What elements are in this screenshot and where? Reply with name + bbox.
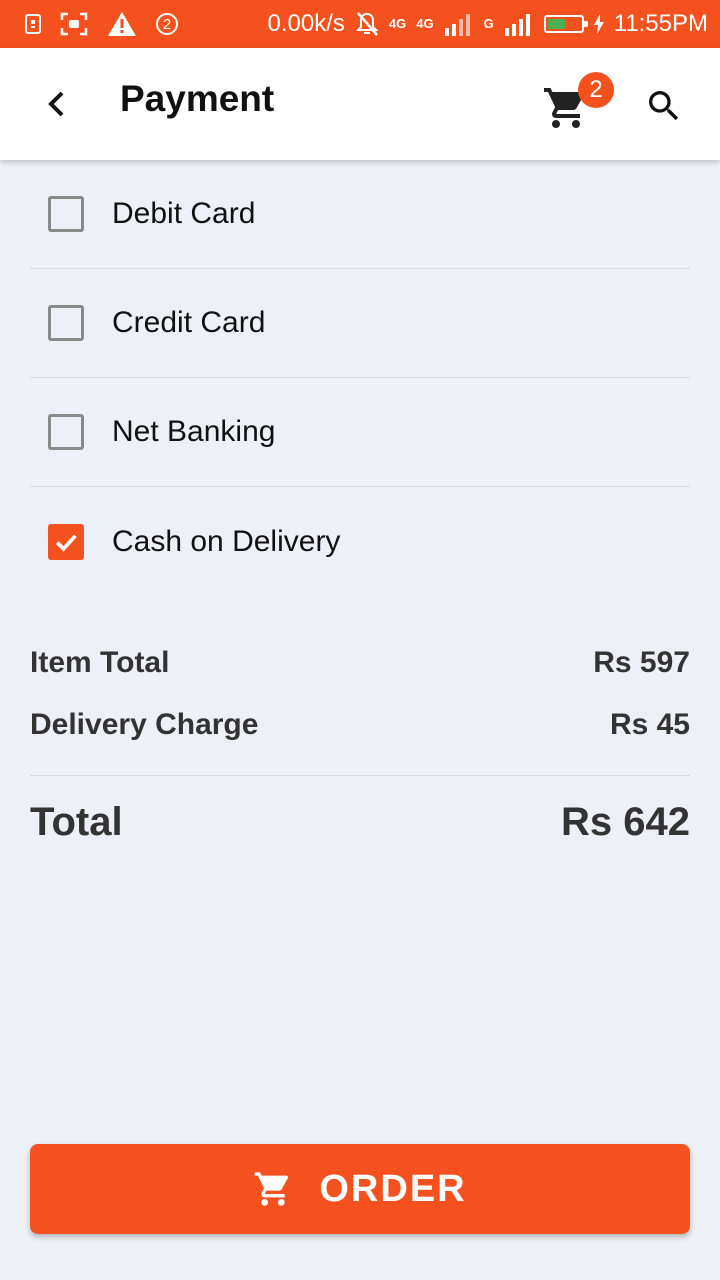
option-debit-card[interactable]: Debit Card [30, 160, 690, 269]
check-icon [55, 533, 77, 552]
option-label: Credit Card [112, 306, 266, 339]
sim-icon [24, 13, 42, 35]
cart-icon [255, 1172, 289, 1206]
order-summary: Item Total Rs 597 Delivery Charge Rs 45 … [30, 625, 690, 868]
notification-count-icon: 2 [156, 13, 178, 35]
network-4g-label: 4G [388, 16, 407, 31]
battery-icon [543, 15, 588, 33]
option-label: Debit Card [112, 197, 256, 230]
signal-icon-2 [504, 12, 534, 36]
network-speed: 0.00k/s [267, 10, 345, 37]
option-cash-on-delivery[interactable]: Cash on Delivery [30, 487, 690, 596]
warning-icon [106, 10, 138, 38]
option-label: Net Banking [112, 415, 276, 448]
back-button[interactable] [38, 82, 74, 126]
checkbox-checked[interactable] [48, 523, 84, 560]
item-total-row: Item Total Rs 597 [30, 625, 690, 700]
total-value: Rs 642 [561, 799, 690, 844]
delivery-charge-value: Rs 45 [609, 708, 690, 741]
checkbox[interactable] [48, 196, 84, 232]
item-total-value: Rs 597 [593, 645, 690, 679]
item-total-label: Item Total [30, 645, 170, 679]
cart-badge: 2 [578, 72, 614, 108]
screenshot-icon [60, 12, 88, 36]
search-icon [649, 91, 679, 121]
checkbox[interactable] [48, 414, 84, 450]
order-button-label: ORDER [319, 1167, 467, 1210]
charging-bolt-icon [593, 14, 604, 34]
payment-options-list: Debit Card Credit Card Net Banking Cash … [30, 160, 690, 596]
delivery-charge-label: Delivery Charge [30, 708, 259, 741]
search-button[interactable] [640, 82, 688, 130]
app-bar: Payment 2 [0, 48, 720, 160]
total-label: Total [30, 799, 123, 844]
back-arrow-icon [48, 91, 64, 117]
status-bar: 2 0.00k/s 4G 4G G 11:55PM [0, 0, 720, 48]
page-title: Payment [120, 78, 275, 119]
network-4g-label-2: 4G [416, 16, 434, 31]
signal-icon [444, 12, 474, 36]
network-g-label: G [483, 16, 494, 31]
checkbox[interactable] [48, 305, 84, 341]
delivery-charge-row: Delivery Charge Rs 45 [30, 700, 690, 750]
option-credit-card[interactable]: Credit Card [30, 269, 690, 378]
mute-bell-icon [355, 11, 379, 37]
cart-button[interactable]: 2 [540, 72, 614, 132]
order-button[interactable]: ORDER [30, 1144, 690, 1234]
option-label: Cash on Delivery [112, 524, 341, 558]
total-row: Total Rs 642 [30, 776, 690, 868]
option-net-banking[interactable]: Net Banking [30, 378, 690, 487]
status-time: 11:55PM [613, 10, 708, 37]
